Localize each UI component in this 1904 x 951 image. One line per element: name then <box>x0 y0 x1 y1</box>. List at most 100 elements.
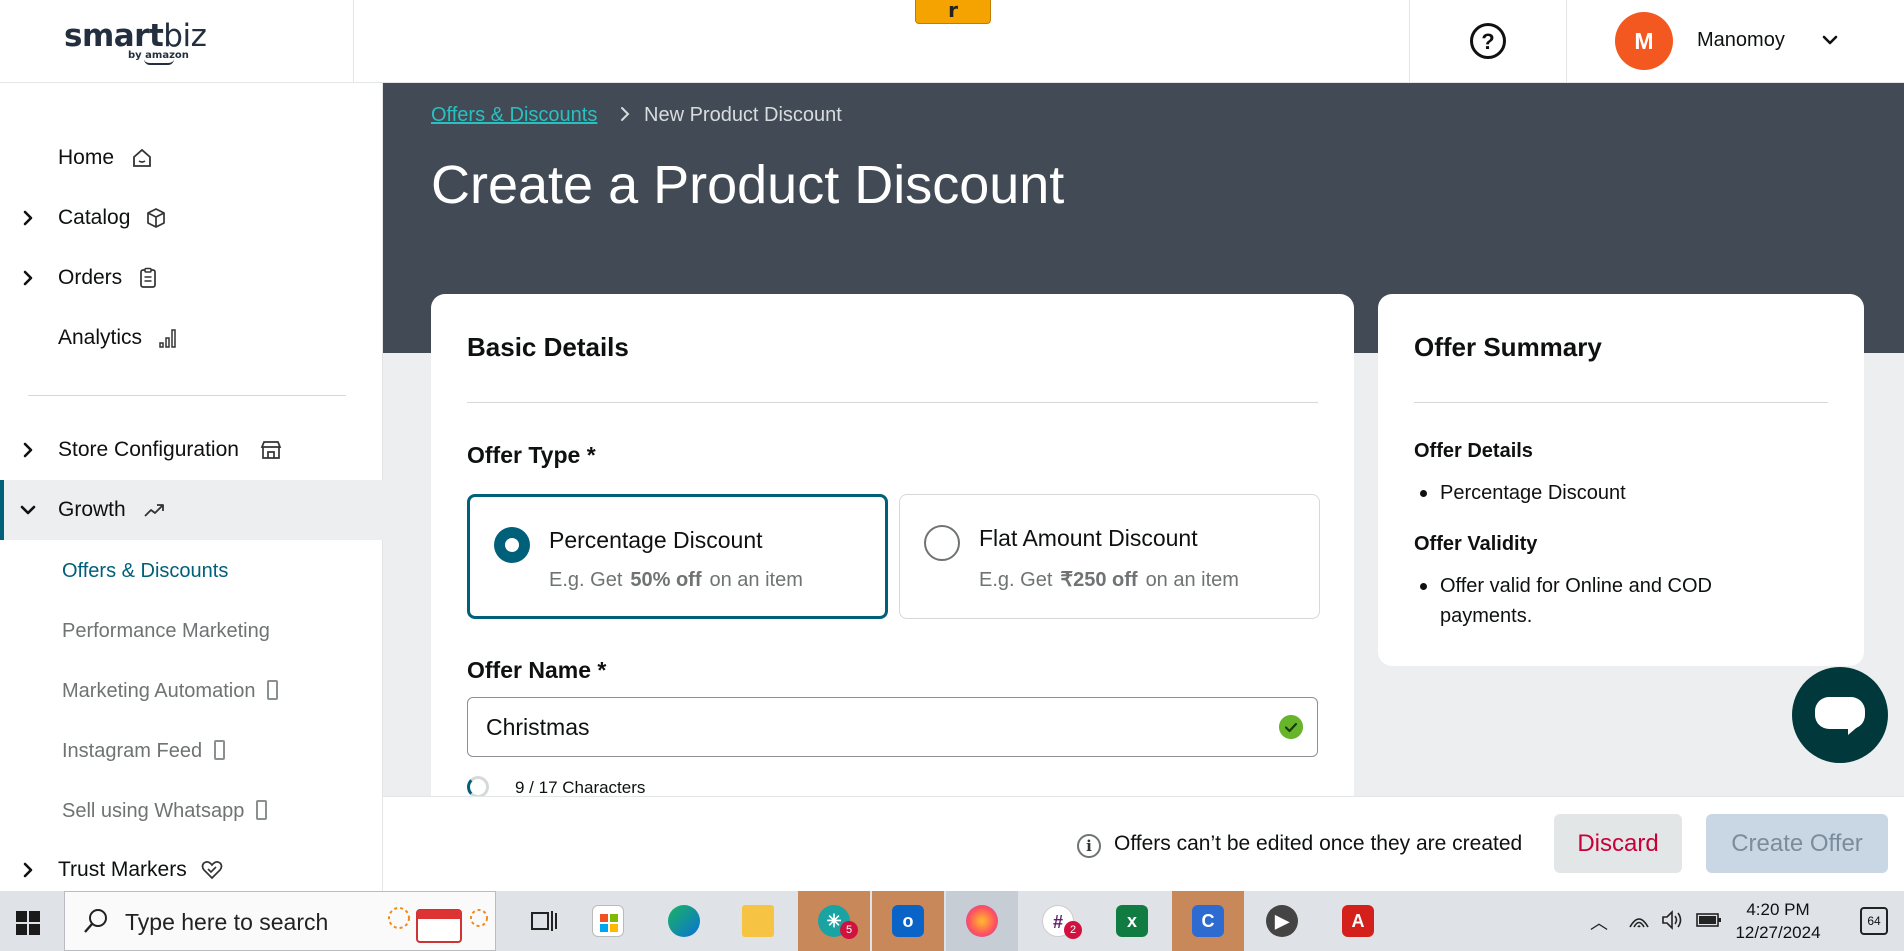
offer-validity-heading: Offer Validity <box>1414 533 1538 555</box>
basic-details-card: Basic Details Offer Type * Percentage Di… <box>431 294 1354 814</box>
sidebar-item-catalog[interactable]: Catalog <box>0 188 383 248</box>
notification-badge: 5 <box>840 921 858 939</box>
sidebar-item-label: Analytics <box>58 326 143 349</box>
page-title: Create a Product Discount <box>431 155 1065 215</box>
windows-start-icon[interactable] <box>16 911 40 935</box>
top-header: smartbiz by amazon r ? M Manomoy <box>0 0 1904 83</box>
amazon-smile-icon <box>144 59 174 65</box>
basic-details-heading: Basic Details <box>467 332 629 362</box>
breadcrumb-current: New Product Discount <box>644 104 842 126</box>
info-icon: i <box>1077 834 1101 858</box>
wifi-icon[interactable] <box>1628 909 1650 931</box>
offer-details-heading: Offer Details <box>1414 440 1533 462</box>
phone-icon <box>256 800 268 820</box>
sidebar-item-label: Home <box>58 146 115 169</box>
volume-icon[interactable] <box>1660 909 1684 931</box>
percentage-discount-option[interactable]: Percentage Discount E.g. Get 50% off on an… <box>467 494 888 619</box>
offer-summary-heading: Offer Summary <box>1414 332 1602 362</box>
app-with-badge-icon[interactable]: ✳ 5 <box>798 891 870 951</box>
offer-name-input[interactable] <box>486 710 1246 744</box>
trend-up-icon <box>144 504 164 517</box>
sidebar-item-growth[interactable]: Growth <box>0 480 383 540</box>
chevron-right-icon[interactable] <box>18 440 38 460</box>
sidebar-subitem-instagram-feed[interactable]: Instagram Feed <box>62 740 226 763</box>
firefox-icon[interactable] <box>946 891 1018 951</box>
sidebar-subitem-sell-using-whatsapp[interactable]: Sell using Whatsapp <box>62 800 268 823</box>
search-icon <box>84 909 107 933</box>
sidebar-subitem-marketing-automation[interactable]: Marketing Automation <box>62 680 279 703</box>
acrobat-icon[interactable]: A <box>1322 891 1394 951</box>
heart-shield-icon <box>201 861 223 880</box>
store-icon <box>260 441 282 459</box>
check-circle-icon <box>1279 715 1303 739</box>
sidebar-item-home[interactable]: Home <box>0 128 383 188</box>
chevron-right-icon[interactable] <box>18 268 38 288</box>
section-divider <box>467 402 1318 403</box>
sidebar-item-analytics[interactable]: Analytics <box>0 308 383 368</box>
sidebar-item-label: Catalog <box>58 206 131 229</box>
outlook-icon[interactable]: o <box>872 891 944 951</box>
radio-unselected[interactable] <box>924 525 960 561</box>
offer-summary-card: Offer Summary Offer Details Percentage D… <box>1378 294 1864 666</box>
phone-icon <box>267 680 279 700</box>
option-description: E.g. Get 50% off on an item <box>549 569 803 591</box>
section-divider <box>1414 402 1828 403</box>
slack-icon[interactable]: #2 <box>1022 891 1094 951</box>
discard-button[interactable]: Discard <box>1554 814 1682 873</box>
create-offer-button[interactable]: Create Offer <box>1706 814 1888 873</box>
sidebar: Home Catalog Orders Analytics Store Conf… <box>0 83 383 891</box>
microsoft-store-icon[interactable] <box>572 891 644 951</box>
avatar[interactable]: M <box>1615 12 1673 70</box>
logo-area[interactable]: smartbiz by amazon <box>0 0 354 83</box>
chevron-right-icon[interactable] <box>18 208 38 228</box>
notification-center-icon[interactable]: 64 <box>1860 907 1888 935</box>
sidebar-item-label: Orders <box>58 266 123 289</box>
flat-amount-discount-option[interactable]: Flat Amount Discount E.g. Get ₹250 off on … <box>899 494 1320 619</box>
chat-tail <box>1848 723 1862 735</box>
sidebar-subitem-performance-marketing[interactable]: Performance Marketing <box>62 620 270 643</box>
chat-button[interactable] <box>1792 667 1888 763</box>
search-placeholder: Type here to search <box>125 909 329 935</box>
help-area: ? <box>1409 0 1567 83</box>
option-title: Flat Amount Discount <box>979 525 1198 551</box>
sidebar-item-label: Growth <box>58 498 126 521</box>
notification-badge: 2 <box>1064 921 1082 939</box>
offer-type-label: Offer Type * <box>467 442 596 468</box>
chevron-up-icon[interactable]: ︿ <box>1590 909 1608 935</box>
calendar-decoration-icon <box>388 907 488 943</box>
chevron-down-icon[interactable] <box>1820 30 1840 50</box>
chevron-right-icon <box>621 107 630 121</box>
sidebar-item-label: Trust Markers <box>58 858 187 881</box>
character-progress-ring <box>467 776 489 798</box>
task-view-icon[interactable] <box>508 891 580 951</box>
offer-details-item: Percentage Discount <box>1414 478 1814 508</box>
radio-selected[interactable] <box>494 527 530 563</box>
chevron-down-icon[interactable] <box>18 500 38 520</box>
orange-tab[interactable]: r <box>915 0 991 24</box>
clock-date: 12/27/2024 <box>1735 923 1821 942</box>
sidebar-item-label: Store Configuration <box>58 438 239 461</box>
bar-chart-icon <box>159 329 176 348</box>
file-explorer-icon[interactable] <box>722 891 794 951</box>
sidebar-item-store-configuration[interactable]: Store Configuration <box>0 420 383 480</box>
taskbar-search[interactable]: Type here to search <box>64 891 496 951</box>
offer-name-field[interactable] <box>467 697 1318 757</box>
smartbiz-logo[interactable]: smartbiz <box>64 18 207 54</box>
option-title: Percentage Discount <box>549 527 763 553</box>
app-c-icon[interactable]: C <box>1172 891 1244 951</box>
edge-browser-icon[interactable] <box>648 891 720 951</box>
breadcrumb-link[interactable]: Offers & Discounts <box>431 104 597 127</box>
media-player-icon[interactable]: ▶ <box>1246 891 1318 951</box>
clock-time: 4:20 PM <box>1746 900 1810 919</box>
sidebar-subitem-offers-discounts[interactable]: Offers & Discounts <box>62 560 228 583</box>
help-icon[interactable]: ? <box>1470 23 1506 59</box>
taskbar-clock[interactable]: 4:20 PM 12/27/2024 <box>1718 898 1838 944</box>
edit-warning-text: Offers can’t be edited once they are cre… <box>1114 832 1523 855</box>
clipboard-icon <box>140 267 156 288</box>
excel-icon[interactable]: x <box>1096 891 1168 951</box>
user-name[interactable]: Manomoy <box>1697 29 1785 52</box>
chevron-right-icon[interactable] <box>18 860 38 880</box>
character-counter: 9 / 17 Characters <box>515 778 646 797</box>
sidebar-item-orders[interactable]: Orders <box>0 248 383 308</box>
sidebar-divider <box>28 395 346 396</box>
